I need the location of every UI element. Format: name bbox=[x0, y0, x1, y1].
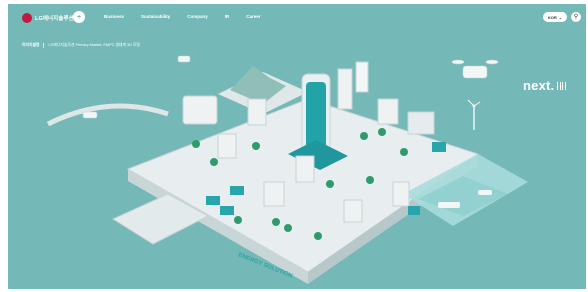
page: ENERGY SOLUTION LG에너지솔루션 + Business Sust… bbox=[0, 0, 588, 292]
menu-button[interactable]: + bbox=[73, 11, 85, 23]
lg-logo[interactable]: LG에너지솔루션 bbox=[22, 13, 74, 23]
nav-career[interactable]: Career bbox=[246, 14, 260, 19]
hero-section: ENERGY SOLUTION LG에너지솔루션 + Business Sust… bbox=[8, 4, 586, 289]
logo-text: LG에너지솔루션 bbox=[35, 16, 74, 22]
search-button[interactable]: ⚲ bbox=[571, 12, 581, 22]
nav-business[interactable]: Business bbox=[104, 14, 124, 19]
search-icon: ⚲ bbox=[573, 14, 579, 20]
tagline-bars bbox=[557, 82, 566, 90]
nav-ir[interactable]: IR bbox=[225, 14, 230, 19]
language-selector[interactable]: KOR ⌄ bbox=[543, 12, 567, 22]
tagline-text: next. bbox=[523, 78, 555, 93]
main-nav: Business Sustainability Company IR Caree… bbox=[104, 14, 261, 19]
caption-divider bbox=[43, 43, 45, 48]
caption-label: 이미지설명 bbox=[22, 43, 40, 47]
lg-logo-mark bbox=[22, 13, 32, 23]
next-tagline: next. bbox=[523, 78, 566, 93]
language-label: KOR bbox=[547, 14, 557, 20]
plus-icon: + bbox=[76, 13, 82, 21]
image-caption: 이미지설명 LG에너지솔루션 Primary Market, EMPC 생태계 … bbox=[22, 43, 140, 48]
caption-text: LG에너지솔루션 Primary Market, EMPC 생태계 3D 모델 bbox=[48, 43, 140, 47]
chevron-down-icon: ⌄ bbox=[558, 14, 563, 20]
nav-sustainability[interactable]: Sustainability bbox=[141, 14, 170, 19]
nav-company[interactable]: Company bbox=[187, 14, 208, 19]
